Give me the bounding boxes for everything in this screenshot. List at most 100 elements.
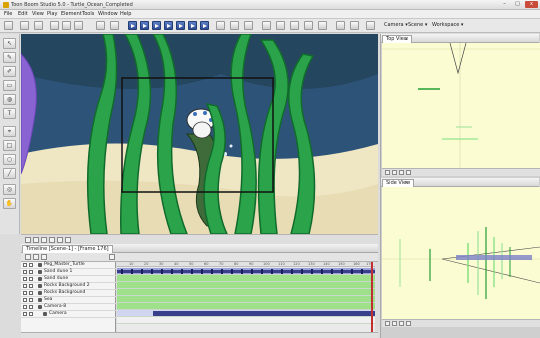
keyframe-marker[interactable]: [141, 269, 143, 274]
lock-checkbox[interactable]: [29, 263, 33, 267]
visibility-checkbox[interactable]: [23, 298, 27, 302]
layer-properties-icon[interactable]: [41, 254, 47, 260]
top-view[interactable]: [382, 43, 540, 168]
side-view-close-icon[interactable]: x: [405, 180, 408, 186]
keyframe-marker[interactable]: [211, 269, 213, 274]
last-frame-icon[interactable]: [176, 21, 185, 30]
contour-editor-icon[interactable]: ⌖: [3, 126, 16, 137]
top-zoom-out-icon[interactable]: [392, 170, 397, 175]
visibility-checkbox[interactable]: [23, 263, 27, 267]
frame-row[interactable]: [117, 282, 375, 289]
menu-element[interactable]: Element: [61, 11, 82, 17]
side-view-tab[interactable]: Side View: [382, 179, 415, 187]
menu-view[interactable]: View: [32, 11, 44, 17]
layer-row[interactable]: Sea: [21, 297, 116, 304]
new-icon[interactable]: [4, 21, 13, 30]
previous-frame-icon[interactable]: [140, 21, 149, 30]
zoom-in-icon[interactable]: [25, 237, 31, 243]
top-fit-icon[interactable]: [406, 170, 411, 175]
keyframe-marker[interactable]: [341, 269, 343, 274]
keyframe-marker[interactable]: [191, 269, 193, 274]
frame-row[interactable]: [117, 275, 375, 282]
visibility-checkbox[interactable]: [23, 284, 27, 288]
keyframe-marker[interactable]: [361, 269, 363, 274]
keyframe-marker[interactable]: [271, 269, 273, 274]
frame-grid[interactable]: 10 20 30 40 50 60 70 80 90 100 110 120 1…: [117, 262, 375, 332]
menu-file[interactable]: File: [4, 11, 12, 17]
frame-row[interactable]: [117, 303, 375, 310]
open-icon[interactable]: [20, 21, 29, 30]
rectangle-icon[interactable]: □: [3, 140, 16, 151]
keyframe-marker[interactable]: [221, 269, 223, 274]
skew-tool-icon[interactable]: [318, 21, 327, 30]
visibility-checkbox[interactable]: [23, 270, 27, 274]
keyframe-marker[interactable]: [251, 269, 253, 274]
camera-dropdown[interactable]: Camera ▾: [384, 22, 408, 28]
top-zoom-in-icon[interactable]: [385, 170, 390, 175]
keyframe-marker[interactable]: [301, 269, 303, 274]
visibility-checkbox[interactable]: [23, 305, 27, 309]
keyframe-marker[interactable]: [321, 269, 323, 274]
keyframe-marker[interactable]: [121, 269, 123, 274]
keyframe-marker[interactable]: [261, 269, 263, 274]
cut-icon[interactable]: [50, 21, 59, 30]
camera-view[interactable]: [21, 34, 378, 234]
hand-tool-icon[interactable]: [350, 21, 359, 30]
scale-tool-icon[interactable]: [304, 21, 313, 30]
menu-tools[interactable]: Tools: [82, 11, 94, 17]
layer-row[interactable]: Camera: [21, 311, 116, 318]
paste-icon[interactable]: [74, 21, 83, 30]
select-icon[interactable]: ↖: [3, 38, 16, 49]
fit-view-icon[interactable]: [57, 237, 63, 243]
paint-icon[interactable]: ◍: [3, 94, 16, 105]
side-reset-icon[interactable]: [399, 321, 404, 326]
camera-view-icon[interactable]: [366, 21, 375, 30]
keyframe-marker[interactable]: [331, 269, 333, 274]
side-zoom-out-icon[interactable]: [392, 321, 397, 326]
keyframe-marker[interactable]: [291, 269, 293, 274]
lock-checkbox[interactable]: [29, 284, 33, 288]
timeline-tab[interactable]: Timeline [Scene-1] - [Frame 176]: [22, 245, 113, 253]
keyframe-marker[interactable]: [231, 269, 233, 274]
keyframe-marker[interactable]: [351, 269, 353, 274]
sound-icon[interactable]: [200, 21, 209, 30]
keyframe-marker[interactable]: [131, 269, 133, 274]
drawing-mode-icon[interactable]: [96, 21, 105, 30]
grid-icon[interactable]: [244, 21, 253, 30]
workspace-dropdown[interactable]: Workspace ▾: [432, 22, 463, 28]
onion-skin-icon[interactable]: [216, 21, 225, 30]
scene-dropdown[interactable]: Scene ▾: [408, 22, 427, 28]
maximize-button[interactable]: □: [511, 1, 524, 8]
eraser-icon[interactable]: ▭: [3, 80, 16, 91]
minimize-button[interactable]: –: [498, 1, 511, 8]
keyframe-marker[interactable]: [181, 269, 183, 274]
frame-row[interactable]: [117, 289, 375, 296]
menu-play[interactable]: Play: [47, 11, 57, 17]
reset-view-icon[interactable]: [41, 237, 47, 243]
keyframe-marker[interactable]: [241, 269, 243, 274]
light-table-icon[interactable]: [230, 21, 239, 30]
text-icon[interactable]: T: [3, 108, 16, 119]
menu-window[interactable]: Window: [98, 11, 118, 17]
visibility-checkbox[interactable]: [23, 277, 27, 281]
lock-checkbox[interactable]: [29, 312, 33, 316]
grid-toggle-icon[interactable]: [65, 237, 71, 243]
lock-checkbox[interactable]: [29, 291, 33, 295]
visibility-checkbox[interactable]: [23, 312, 27, 316]
close-button[interactable]: x: [525, 1, 538, 8]
frame-row[interactable]: [117, 296, 375, 303]
visibility-checkbox[interactable]: [23, 291, 27, 295]
keyframe-marker[interactable]: [311, 269, 313, 274]
scene-planning-icon[interactable]: [110, 21, 119, 30]
zoom-out-icon[interactable]: [33, 237, 39, 243]
save-icon[interactable]: [34, 21, 43, 30]
keyframe-marker[interactable]: [161, 269, 163, 274]
keyframe-marker[interactable]: [171, 269, 173, 274]
brush-icon[interactable]: ✎: [3, 52, 16, 63]
layer-row[interactable]: Peg_Master_Turtle: [21, 262, 116, 269]
layer-row[interactable]: Sand dune 1: [21, 269, 116, 276]
side-view[interactable]: [382, 187, 540, 319]
keyframe-marker[interactable]: [151, 269, 153, 274]
rotate-tool-icon[interactable]: [290, 21, 299, 30]
frame-row-camera-peg[interactable]: [117, 310, 375, 317]
